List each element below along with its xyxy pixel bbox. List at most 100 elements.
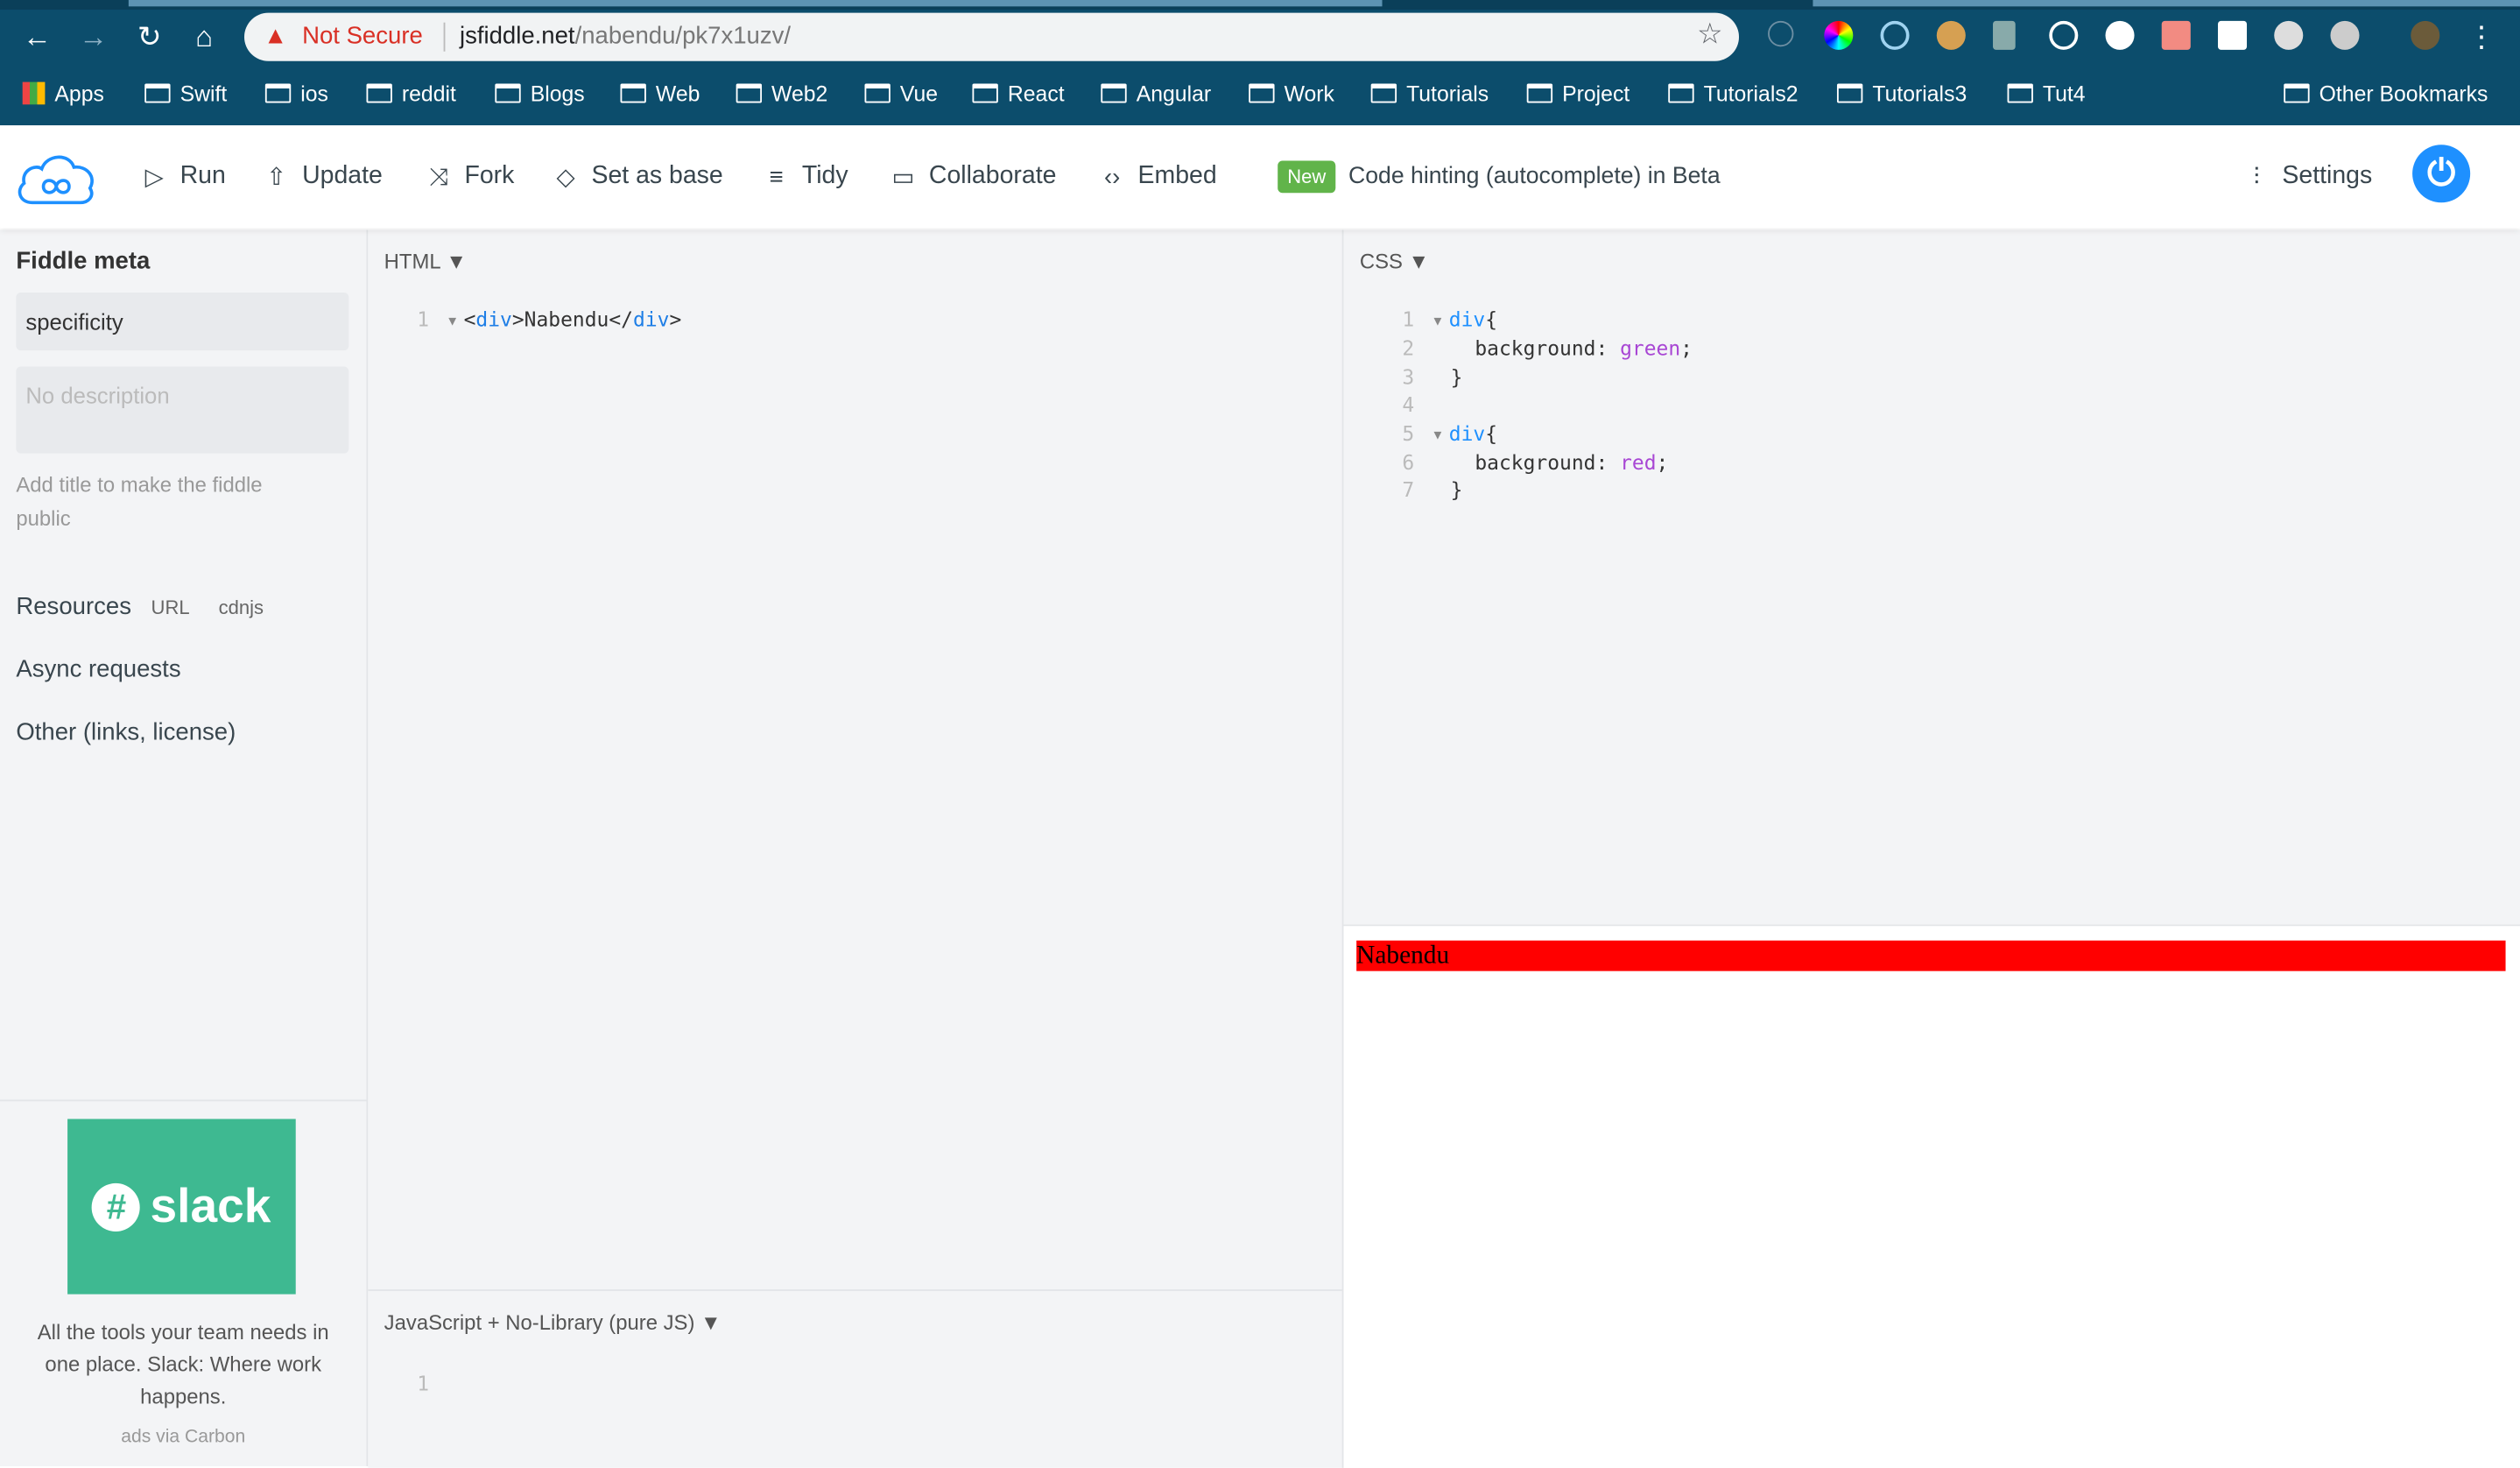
bookmark-web[interactable]: Web bbox=[620, 77, 700, 109]
avatar[interactable] bbox=[2411, 20, 2440, 50]
fold-arrow-icon[interactable]: ▼ bbox=[441, 307, 464, 335]
bookmark-label: Apps bbox=[54, 81, 104, 106]
js-editor-panel[interactable]: JavaScript + No-Library (pure JS) ▼ 1 bbox=[368, 1289, 1344, 1468]
bookmark-web2[interactable]: Web2 bbox=[736, 77, 827, 109]
result-panel[interactable]: Nabendu bbox=[1343, 924, 2520, 1468]
bookmark-apps[interactable]: Apps bbox=[22, 77, 104, 109]
bookmark-react[interactable]: React bbox=[972, 77, 1065, 109]
set-as-base-label: Set as base bbox=[591, 162, 723, 190]
line-number: 2 bbox=[1402, 336, 1415, 361]
update-button[interactable]: ⇧ Update bbox=[264, 159, 383, 194]
line-number: 6 bbox=[1402, 449, 1415, 475]
security-label[interactable]: Not Secure bbox=[302, 23, 423, 50]
resources-cdnjs-link[interactable]: cdnjs bbox=[219, 596, 264, 619]
embed-button[interactable]: ‹› Embed bbox=[1099, 159, 1217, 194]
bookmark-angular[interactable]: Angular bbox=[1101, 77, 1211, 109]
css-panel-label[interactable]: CSS ▼ bbox=[1360, 250, 1429, 274]
css-code[interactable]: 1 ▼ div{ 2 background: green; 3 } 4 5 ▼ di… bbox=[1392, 306, 1693, 505]
bookmark-label: Tutorials2 bbox=[1703, 81, 1798, 106]
search-extension-icon[interactable] bbox=[2274, 20, 2304, 50]
browser-chrome: ← → ↻ ⌂ ▲ Not Secure jsfiddle.net/nabend… bbox=[0, 0, 2520, 126]
css-editor-panel[interactable]: CSS ▼ 1 ▼ div{ 2 background: green; 3 } 4… bbox=[1343, 229, 2520, 925]
bookmark-reddit[interactable]: reddit bbox=[366, 77, 456, 109]
carbon-ad[interactable]: # slack All the tools your team needs in … bbox=[0, 1099, 367, 1467]
reload-icon[interactable]: ↻ bbox=[132, 19, 167, 54]
code-token: div bbox=[1448, 307, 1486, 332]
bookmark-label: Blogs bbox=[530, 81, 585, 106]
js-panel-label[interactable]: JavaScript + No-Library (pure JS) ▼ bbox=[384, 1310, 722, 1335]
folder-icon bbox=[495, 83, 521, 103]
bookmark-blogs[interactable]: Blogs bbox=[495, 77, 585, 109]
ad-text[interactable]: All the tools your team needs in one pla… bbox=[19, 1316, 347, 1413]
b-extension-icon[interactable] bbox=[2217, 20, 2248, 50]
collaborate-button[interactable]: ▭ Collaborate bbox=[890, 159, 1057, 194]
bookmark-swift[interactable]: Swift bbox=[144, 77, 227, 109]
fork-button[interactable]: ⤨ Fork bbox=[426, 159, 514, 194]
folder-icon bbox=[1101, 83, 1127, 103]
chat-icon: ▭ bbox=[891, 164, 915, 192]
video-extension-icon[interactable] bbox=[2161, 20, 2191, 50]
extension-icon[interactable] bbox=[2330, 20, 2360, 50]
bookmark-tut4[interactable]: Tut4 bbox=[2007, 77, 2086, 109]
extension-icon[interactable] bbox=[2105, 20, 2135, 50]
resources-link[interactable]: Resources bbox=[16, 593, 131, 620]
result-div: Nabendu bbox=[1356, 940, 2506, 971]
home-icon[interactable]: ⌂ bbox=[187, 19, 222, 54]
warning-icon: ▲ bbox=[264, 22, 288, 50]
ads-via-carbon[interactable]: ads via Carbon bbox=[0, 1428, 366, 1447]
url-text[interactable]: jsfiddle.net/nabendu/pk7x1uzv/ bbox=[460, 23, 791, 50]
code-hinting-notice[interactable]: New Code hinting (autocomplete) in Beta bbox=[1278, 159, 1721, 194]
power-icon[interactable]: ⏻ bbox=[2412, 145, 2471, 203]
bookmark-star-icon[interactable]: ☆ bbox=[1697, 18, 1723, 52]
bookmark-tutorials[interactable]: Tutorials bbox=[1370, 77, 1489, 109]
line-number: 1 bbox=[417, 1371, 430, 1396]
color-picker-extension-icon[interactable] bbox=[1824, 20, 1854, 50]
jsfiddle-logo-icon[interactable] bbox=[16, 148, 94, 206]
bookmark-tutorials3[interactable]: Tutorials3 bbox=[1836, 77, 1967, 109]
resources-url-link[interactable]: URL bbox=[151, 596, 190, 619]
other-links-license-link[interactable]: Other (links, license) bbox=[16, 718, 236, 745]
js-code[interactable]: 1 bbox=[406, 1370, 429, 1398]
target-extension-icon[interactable] bbox=[2049, 20, 2079, 50]
folder-icon bbox=[264, 83, 292, 103]
forward-icon[interactable]: → bbox=[75, 19, 110, 54]
fold-arrow-icon[interactable]: ▼ bbox=[1426, 307, 1449, 335]
collaborate-label: Collaborate bbox=[928, 162, 1057, 190]
bookmark-ios[interactable]: ios bbox=[264, 77, 328, 109]
tidy-button[interactable]: ≡ Tidy bbox=[764, 159, 848, 194]
browser-tab[interactable] bbox=[128, 0, 1383, 7]
shuffle-icon: ⤨ bbox=[429, 163, 449, 191]
eyedropper-extension-icon[interactable] bbox=[1993, 20, 2016, 50]
bookmark-work[interactable]: Work bbox=[1249, 77, 1334, 109]
lines-icon: ≡ bbox=[769, 163, 784, 191]
menu-dots-icon[interactable]: ⋮ bbox=[2464, 19, 2499, 54]
line-number: 7 bbox=[1402, 477, 1415, 503]
extension-icon[interactable] bbox=[1768, 20, 1794, 47]
bookmark-vue[interactable]: Vue bbox=[864, 77, 938, 109]
set-as-base-button[interactable]: ◇ Set as base bbox=[553, 159, 722, 194]
bookmark-label: Vue bbox=[899, 81, 939, 106]
folder-icon bbox=[144, 83, 171, 103]
bookmark-label: Tutorials bbox=[1406, 81, 1489, 106]
bookmark-other[interactable]: Other Bookmarks bbox=[2284, 77, 2488, 109]
bookmark-project[interactable]: Project bbox=[1526, 77, 1630, 109]
title-input[interactable]: specificity bbox=[16, 293, 349, 351]
address-bar[interactable]: ▲ Not Secure jsfiddle.net/nabendu/pk7x1u… bbox=[243, 12, 1740, 61]
slack-logo[interactable]: # slack bbox=[67, 1119, 296, 1295]
fold-arrow-icon[interactable]: ▼ bbox=[1426, 420, 1449, 448]
react-devtools-icon[interactable] bbox=[1880, 20, 1910, 50]
run-button[interactable]: ▷ Run bbox=[142, 159, 226, 194]
async-requests-link[interactable]: Async requests bbox=[16, 656, 180, 683]
bookmark-tutorials2[interactable]: Tutorials2 bbox=[1668, 77, 1798, 109]
bookmark-label: Work bbox=[1284, 81, 1334, 106]
description-input[interactable]: No description bbox=[16, 366, 349, 454]
browser-tab[interactable] bbox=[1813, 0, 2520, 7]
html-editor-panel[interactable]: HTML ▼ 1 ▼ <div>Nabendu</div> bbox=[368, 229, 1344, 1290]
html-panel-label[interactable]: HTML ▼ bbox=[384, 250, 467, 274]
back-icon[interactable]: ← bbox=[19, 19, 54, 54]
settings-button[interactable]: ⫶ Settings bbox=[2243, 159, 2373, 194]
bookmark-label: ios bbox=[300, 81, 328, 106]
html-code[interactable]: 1 ▼ <div>Nabendu</div> bbox=[406, 306, 681, 335]
bookmark-label: React bbox=[1007, 81, 1065, 106]
cookie-extension-icon[interactable] bbox=[1936, 20, 1966, 50]
